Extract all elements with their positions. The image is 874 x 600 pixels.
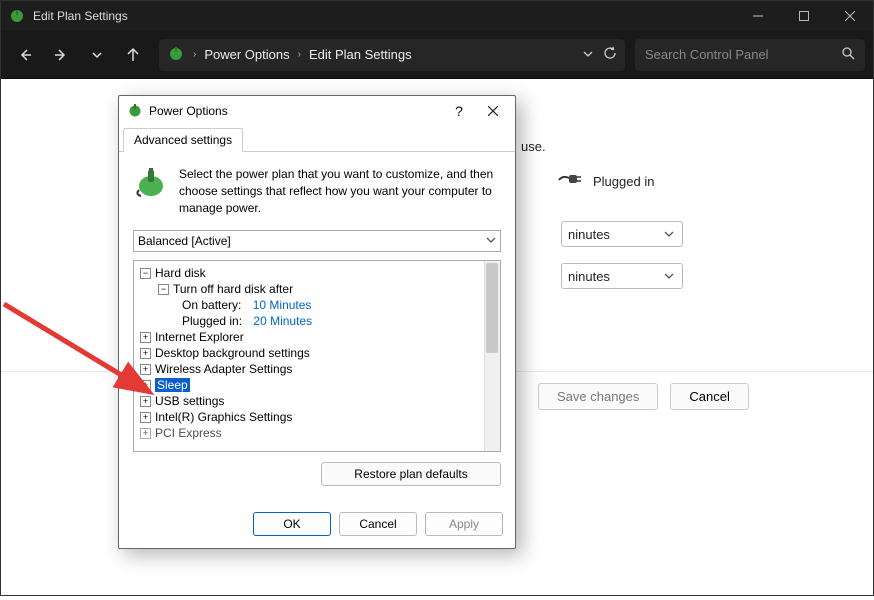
power-options-dialog: Power Options ? Advanced settings Select… [118, 95, 516, 549]
close-button[interactable] [827, 1, 873, 31]
save-changes-button[interactable]: Save changes [538, 383, 658, 410]
dialog-close-button[interactable] [479, 99, 507, 123]
battery-icon [133, 164, 169, 216]
scroll-thumb[interactable] [486, 263, 498, 353]
titlebar: Edit Plan Settings [1, 1, 873, 31]
expand-icon[interactable]: + [140, 332, 151, 343]
dropdown-2-text: ninutes [568, 269, 610, 284]
window-title: Edit Plan Settings [33, 9, 735, 23]
tree-intel-graphics[interactable]: + Intel(R) Graphics Settings [140, 409, 496, 425]
refresh-icon[interactable] [603, 46, 617, 63]
dropdown-1-text: ninutes [568, 227, 610, 242]
chevron-down-icon [664, 269, 674, 284]
expand-icon[interactable]: + [140, 428, 151, 439]
maximize-button[interactable] [781, 1, 827, 31]
back-button[interactable] [9, 39, 41, 71]
plan-select[interactable]: Balanced [Active] [133, 230, 501, 252]
collapse-icon[interactable]: − [140, 268, 151, 279]
chevron-down-icon [486, 234, 496, 248]
on-battery-value[interactable]: 10 Minutes [253, 298, 312, 312]
search-placeholder: Search Control Panel [645, 47, 769, 62]
expand-icon[interactable]: + [140, 364, 151, 375]
tree-wireless-adapter[interactable]: + Wireless Adapter Settings [140, 361, 496, 377]
chevron-right-icon: › [298, 49, 301, 60]
breadcrumb-power-options[interactable]: Power Options [204, 47, 289, 62]
tree-sleep-label: Sleep [155, 378, 190, 392]
intro-row: Select the power plan that you want to c… [133, 164, 501, 216]
apply-button[interactable]: Apply [425, 512, 503, 536]
tab-advanced-settings[interactable]: Advanced settings [123, 128, 243, 152]
dialog-footer: OK Cancel Apply [119, 500, 515, 548]
tab-row: Advanced settings [119, 128, 515, 152]
expand-icon[interactable]: + [140, 396, 151, 407]
restore-defaults-button[interactable]: Restore plan defaults [321, 462, 501, 486]
settings-tree[interactable]: − Hard disk − Turn off hard disk after O… [133, 260, 501, 452]
dialog-cancel-button[interactable]: Cancel [339, 512, 417, 536]
toolbar: › Power Options › Edit Plan Settings Sea… [1, 31, 873, 79]
chevron-down-icon [664, 227, 674, 242]
cancel-button[interactable]: Cancel [670, 383, 748, 410]
tree-sleep[interactable]: + Sleep [140, 377, 496, 393]
tree-scrollbar[interactable] [484, 261, 500, 451]
plugged-in-label: Plugged in [593, 174, 654, 189]
dropdown-1[interactable]: ninutes [561, 221, 683, 247]
tree-on-battery[interactable]: On battery: 10 Minutes [182, 297, 496, 313]
plugged-in-value[interactable]: 20 Minutes [253, 314, 312, 328]
dialog-body: Select the power plan that you want to c… [119, 152, 515, 500]
power-icon [167, 44, 185, 65]
tree-hard-disk[interactable]: − Hard disk [140, 265, 496, 281]
tree-pci-express[interactable]: + PCI Express [140, 425, 496, 441]
footer-buttons: Save changes Cancel [538, 383, 749, 410]
tree-plugged-in[interactable]: Plugged in: 20 Minutes [182, 313, 496, 329]
recent-dropdown-button[interactable] [81, 39, 113, 71]
dialog-title: Power Options [149, 104, 228, 118]
tree-internet-explorer[interactable]: + Internet Explorer [140, 329, 496, 345]
expand-icon[interactable]: + [140, 412, 151, 423]
expand-icon[interactable]: + [140, 380, 151, 391]
tree-usb-settings[interactable]: + USB settings [140, 393, 496, 409]
expand-icon[interactable]: + [140, 348, 151, 359]
restore-row: Restore plan defaults [133, 462, 501, 486]
search-input[interactable]: Search Control Panel [635, 39, 865, 71]
partial-text: use. [521, 139, 546, 154]
breadcrumb-edit-plan[interactable]: Edit Plan Settings [309, 47, 412, 62]
tree-turn-off-hard-disk[interactable]: − Turn off hard disk after [158, 281, 496, 297]
minimize-button[interactable] [735, 1, 781, 31]
up-button[interactable] [117, 39, 149, 71]
ok-button[interactable]: OK [253, 512, 331, 536]
app-icon [9, 8, 25, 24]
power-icon [127, 102, 143, 121]
dropdown-2[interactable]: ninutes [561, 263, 683, 289]
plug-icon [557, 171, 583, 192]
dialog-titlebar: Power Options ? [119, 96, 515, 126]
address-bar[interactable]: › Power Options › Edit Plan Settings [159, 39, 625, 71]
plugged-row: Plugged in [557, 171, 654, 192]
help-button[interactable]: ? [445, 99, 473, 123]
tree-desktop-background[interactable]: + Desktop background settings [140, 345, 496, 361]
address-dropdown-icon[interactable] [583, 47, 593, 62]
intro-text: Select the power plan that you want to c… [179, 164, 501, 216]
collapse-icon[interactable]: − [158, 284, 169, 295]
chevron-right-icon: › [193, 49, 196, 60]
forward-button[interactable] [45, 39, 77, 71]
plan-select-value: Balanced [Active] [138, 234, 231, 248]
search-icon[interactable] [841, 46, 855, 63]
